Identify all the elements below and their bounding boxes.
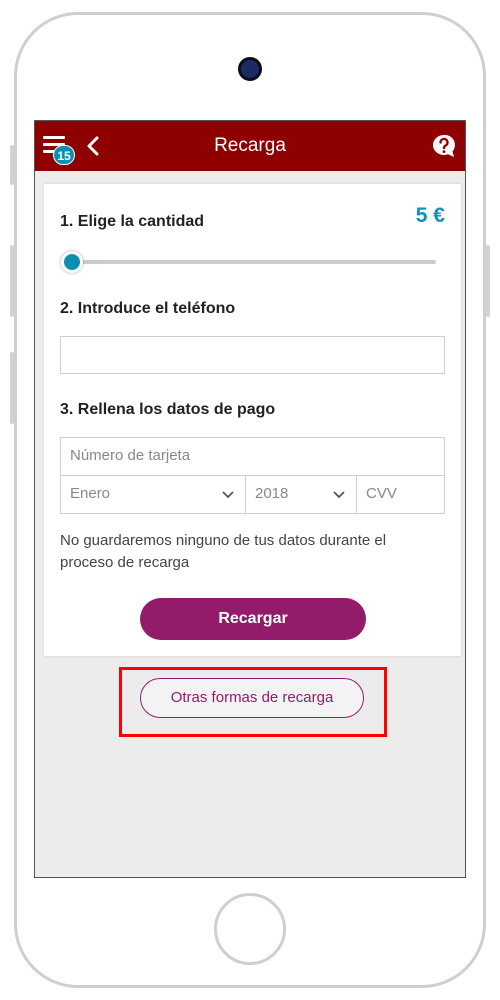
phone-power-button (486, 245, 490, 317)
cvv-input[interactable]: CVV (356, 475, 445, 514)
amount-value: 5 € (415, 204, 445, 227)
app-header: Recarga 15 (35, 121, 465, 171)
year-select-value: 2018 (255, 485, 289, 502)
step2-label: 2. Introduce el teléfono (60, 300, 236, 317)
notification-badge: 15 (53, 145, 75, 165)
step3-label: 3. Rellena los datos de pago (60, 401, 276, 418)
phone-home-button[interactable] (214, 893, 286, 965)
year-select[interactable]: 2018 (245, 475, 357, 514)
chevron-left-icon[interactable] (83, 134, 103, 158)
phone-number-input[interactable] (60, 336, 445, 374)
app-screen: Recarga 15 1. Elige la cantidad 5 € 2. I… (34, 120, 466, 878)
month-select-value: Enero (70, 485, 111, 502)
recharge-form-card: 1. Elige la cantidad 5 € 2. Introduce el… (44, 184, 461, 656)
step1-label: 1. Elige la cantidad (60, 213, 205, 230)
help-icon[interactable] (431, 133, 457, 159)
card-number-input[interactable]: Número de tarjeta (60, 437, 445, 476)
phone-side-button (10, 145, 14, 185)
month-select[interactable]: Enero (60, 475, 246, 514)
privacy-note: No guardaremos ninguno de tus datos dura… (60, 532, 387, 571)
phone-camera (238, 57, 262, 81)
phone-volume-up-button (10, 245, 14, 317)
chevron-down-icon (222, 491, 234, 499)
chevron-down-icon (333, 491, 345, 499)
other-recharge-methods-button[interactable]: Otras formas de recarga (140, 678, 364, 718)
recharge-button[interactable]: Recargar (140, 598, 366, 640)
amount-slider-track[interactable] (62, 260, 436, 264)
phone-volume-down-button (10, 352, 14, 424)
amount-slider-thumb[interactable] (61, 251, 83, 273)
